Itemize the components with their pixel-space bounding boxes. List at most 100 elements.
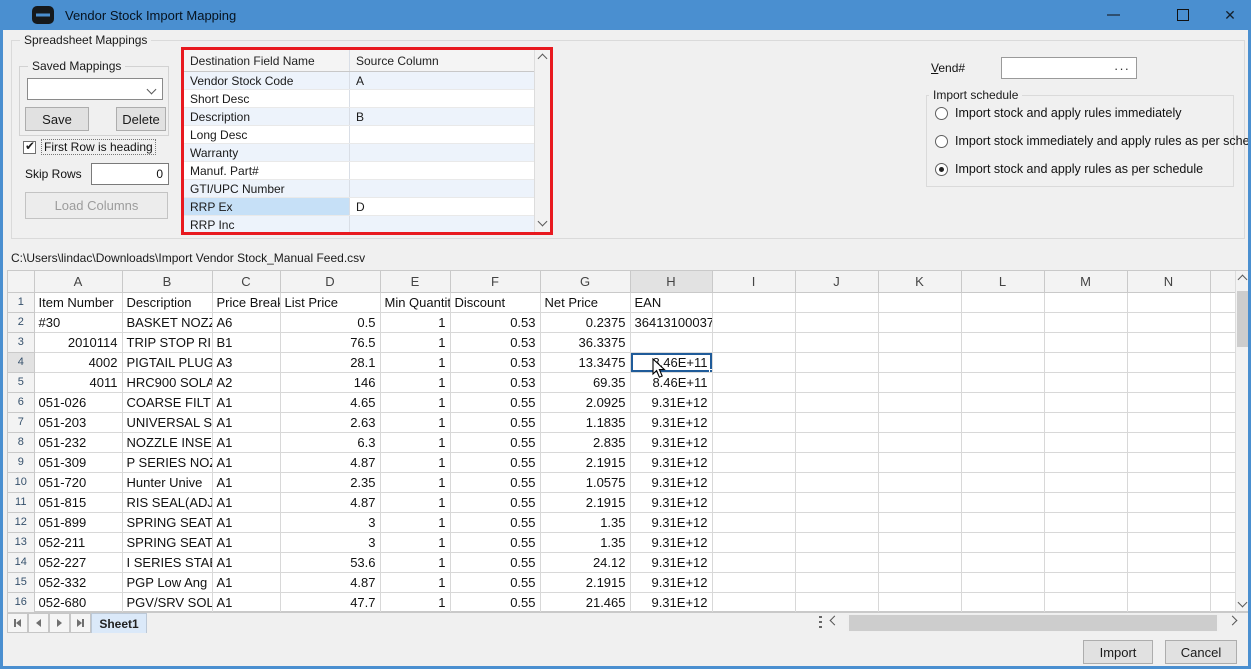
cell-L14[interactable] — [961, 552, 1044, 572]
cell-E15[interactable]: 1 — [380, 572, 450, 592]
cell-C5[interactable]: A2 — [212, 372, 280, 392]
cell-J1[interactable] — [795, 292, 878, 312]
vendor-number-input[interactable]: ··· — [1001, 57, 1137, 79]
mapping-row[interactable]: Short Desc — [184, 90, 534, 108]
cell-K15[interactable] — [878, 572, 961, 592]
cell-D9[interactable]: 4.87 — [280, 452, 380, 472]
delete-button[interactable]: Delete — [116, 107, 166, 131]
cell-N7[interactable] — [1127, 412, 1210, 432]
source-column-cell[interactable] — [350, 90, 534, 107]
destination-field-cell[interactable]: Description — [184, 108, 350, 125]
cell-C4[interactable]: A3 — [212, 352, 280, 372]
cell-C9[interactable]: A1 — [212, 452, 280, 472]
cell-H14[interactable]: 9.31E+12 — [630, 552, 712, 572]
column-header-A[interactable]: A — [34, 271, 122, 292]
row-header-10[interactable]: 10 — [8, 472, 34, 492]
cell-N13[interactable] — [1127, 532, 1210, 552]
close-button[interactable]: ✕ — [1207, 0, 1251, 30]
cell-J7[interactable] — [795, 412, 878, 432]
cell-L12[interactable] — [961, 512, 1044, 532]
cell-C1[interactable]: Price Break C — [212, 292, 280, 312]
saved-mappings-combobox[interactable] — [27, 78, 163, 100]
cancel-button[interactable]: Cancel — [1165, 640, 1237, 664]
cell-K16[interactable] — [878, 592, 961, 612]
cell-I8[interactable] — [712, 432, 795, 452]
cell-I13[interactable] — [712, 532, 795, 552]
cell-D1[interactable]: List Price — [280, 292, 380, 312]
mapping-row[interactable]: Manuf. Part# — [184, 162, 534, 180]
cell-J2[interactable] — [795, 312, 878, 332]
cell-H2[interactable]: 36413100037 — [630, 312, 712, 332]
cell-M12[interactable] — [1044, 512, 1127, 532]
cell-I2[interactable] — [712, 312, 795, 332]
cell-H7[interactable]: 9.31E+12 — [630, 412, 712, 432]
cell-D12[interactable]: 3 — [280, 512, 380, 532]
cell-E6[interactable]: 1 — [380, 392, 450, 412]
cell-J12[interactable] — [795, 512, 878, 532]
cell-I6[interactable] — [712, 392, 795, 412]
cell-C8[interactable]: A1 — [212, 432, 280, 452]
cell-A11[interactable]: 051-815 — [34, 492, 122, 512]
cell-B11[interactable]: RIS SEAL(ADJ — [122, 492, 212, 512]
cell-I11[interactable] — [712, 492, 795, 512]
column-header-M[interactable]: M — [1044, 271, 1127, 292]
cell-B7[interactable]: UNIVERSAL S — [122, 412, 212, 432]
cell-J11[interactable] — [795, 492, 878, 512]
cell-F7[interactable]: 0.55 — [450, 412, 540, 432]
column-header-B[interactable]: B — [122, 271, 212, 292]
cell-N6[interactable] — [1127, 392, 1210, 412]
cell-E11[interactable]: 1 — [380, 492, 450, 512]
cell-J13[interactable] — [795, 532, 878, 552]
cell-G6[interactable]: 2.0925 — [540, 392, 630, 412]
destination-field-cell[interactable]: Warranty — [184, 144, 350, 161]
row-header-12[interactable]: 12 — [8, 512, 34, 532]
cell-H11[interactable]: 9.31E+12 — [630, 492, 712, 512]
scroll-down-icon[interactable] — [538, 217, 548, 227]
import-schedule-option[interactable]: Import stock immediately and apply rules… — [935, 134, 1251, 148]
cell-F15[interactable]: 0.55 — [450, 572, 540, 592]
cell-L3[interactable] — [961, 332, 1044, 352]
cell-B6[interactable]: COARSE FILT — [122, 392, 212, 412]
cell-G8[interactable]: 2.835 — [540, 432, 630, 452]
cell-K4[interactable] — [878, 352, 961, 372]
cell-F10[interactable]: 0.55 — [450, 472, 540, 492]
destination-field-cell[interactable]: GTI/UPC Number — [184, 180, 350, 197]
import-button[interactable]: Import — [1083, 640, 1153, 664]
cell-E12[interactable]: 1 — [380, 512, 450, 532]
source-column-cell[interactable]: B — [350, 108, 534, 125]
column-header-D[interactable]: D — [280, 271, 380, 292]
row-header-13[interactable]: 13 — [8, 532, 34, 552]
import-schedule-option[interactable]: Import stock and apply rules immediately — [935, 106, 1181, 120]
cell-G5[interactable]: 69.35 — [540, 372, 630, 392]
radio-icon[interactable] — [935, 163, 948, 176]
cell-E5[interactable]: 1 — [380, 372, 450, 392]
cell-G11[interactable]: 2.1915 — [540, 492, 630, 512]
mapping-row[interactable]: GTI/UPC Number — [184, 180, 534, 198]
cell-I14[interactable] — [712, 552, 795, 572]
cell-B3[interactable]: TRIP STOP RI — [122, 332, 212, 352]
cell-D16[interactable]: 47.7 — [280, 592, 380, 612]
radio-icon[interactable] — [935, 107, 948, 120]
cell-H5[interactable]: 8.46E+11 — [630, 372, 712, 392]
destination-field-cell[interactable]: Short Desc — [184, 90, 350, 107]
cell-K2[interactable] — [878, 312, 961, 332]
cell-J14[interactable] — [795, 552, 878, 572]
cell-G14[interactable]: 24.12 — [540, 552, 630, 572]
cell-M15[interactable] — [1044, 572, 1127, 592]
row-header-7[interactable]: 7 — [8, 412, 34, 432]
scroll-down-icon[interactable] — [1238, 598, 1248, 608]
source-column-cell[interactable] — [350, 162, 534, 179]
cell-N14[interactable] — [1127, 552, 1210, 572]
load-columns-button[interactable]: Load Columns — [25, 192, 168, 219]
row-header-3[interactable]: 3 — [8, 332, 34, 352]
cell-L4[interactable] — [961, 352, 1044, 372]
destination-field-cell[interactable]: Vendor Stock Code — [184, 72, 350, 89]
cell-G1[interactable]: Net Price — [540, 292, 630, 312]
cell-C11[interactable]: A1 — [212, 492, 280, 512]
scroll-up-icon[interactable] — [1238, 275, 1248, 285]
cell-F3[interactable]: 0.53 — [450, 332, 540, 352]
horizontal-scrollbar-thumb[interactable] — [849, 615, 1217, 631]
row-header-11[interactable]: 11 — [8, 492, 34, 512]
cell-F16[interactable]: 0.55 — [450, 592, 540, 612]
cell-N10[interactable] — [1127, 472, 1210, 492]
